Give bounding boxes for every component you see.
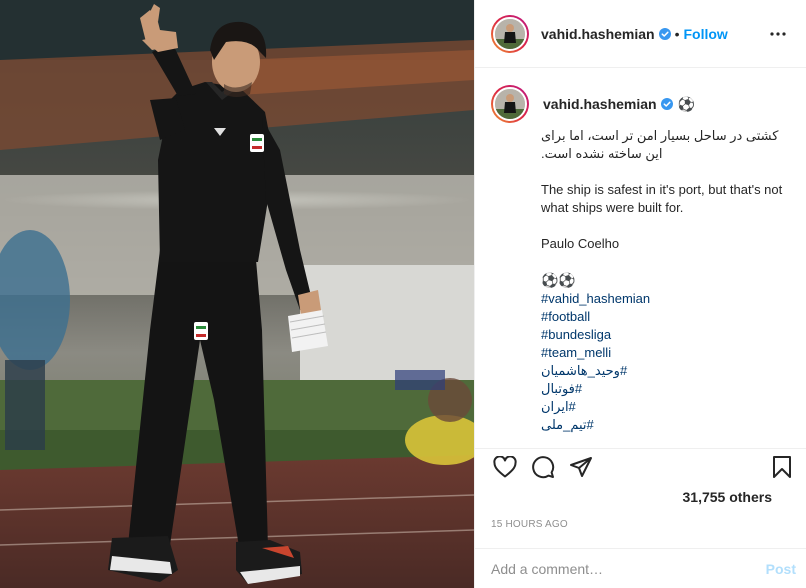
hashtag-list: #vahid_hashemian #football #bundesliga #… — [541, 290, 790, 434]
avatar[interactable] — [491, 14, 529, 53]
caption-avatar[interactable] — [491, 85, 529, 123]
caption-username[interactable]: vahid.hashemian — [543, 96, 657, 112]
hashtag-link[interactable]: #vahid_hashemian — [541, 290, 790, 308]
caption-author: Paulo Coelho — [541, 236, 620, 251]
hashtag-link[interactable]: #وحید_هاشمیان — [541, 362, 790, 380]
hashtag-link[interactable]: #فوتبال — [541, 380, 790, 398]
post-header: vahid.hashemian • Follow — [475, 0, 806, 68]
follow-button[interactable]: Follow — [684, 26, 728, 42]
soccer-balls-emoji: ⚽⚽ — [541, 272, 576, 288]
hashtag-link[interactable]: #bundesliga — [541, 326, 790, 344]
post-sidebar: vahid.hashemian • Follow vahid.hashemian… — [474, 0, 806, 588]
likes-count[interactable]: 31,755 others — [683, 489, 773, 505]
comments-area[interactable]: vahid.hashemian ⚽ کشتی در ساحل بسیار امن… — [475, 69, 806, 438]
bookmark-icon[interactable] — [764, 449, 800, 485]
header-separator: • — [674, 25, 680, 42]
comment-input[interactable] — [491, 560, 766, 577]
post-comment-button[interactable]: Post — [766, 561, 796, 577]
action-bar — [475, 448, 806, 484]
soccer-ball-emoji: ⚽ — [677, 95, 696, 112]
caption-avatar-image — [493, 87, 527, 121]
avatar-image — [493, 16, 527, 51]
hashtag-link[interactable]: #تیم_ملی — [541, 416, 790, 434]
comment-icon[interactable] — [525, 449, 561, 485]
hashtag-link[interactable]: #team_melli — [541, 344, 790, 362]
more-horizontal-icon[interactable] — [766, 22, 790, 46]
caption-header: vahid.hashemian ⚽ — [491, 85, 790, 123]
share-icon[interactable] — [563, 449, 599, 485]
caption-verified-badge-icon — [660, 98, 673, 110]
post-photo[interactable] — [0, 0, 474, 588]
add-comment-bar: Post — [475, 548, 806, 588]
caption-text: کشتی در ساحل بسیار امن تر است، اما برای … — [541, 127, 790, 434]
heart-icon[interactable] — [487, 449, 523, 485]
caption-persian-line: کشتی در ساحل بسیار امن تر است، اما برای … — [541, 128, 779, 161]
hashtag-link[interactable]: #football — [541, 308, 790, 326]
instagram-post: vahid.hashemian • Follow vahid.hashemian… — [0, 0, 806, 588]
hashtag-link[interactable]: #ایران — [541, 398, 790, 416]
header-username[interactable]: vahid.hashemian — [541, 26, 655, 42]
verified-badge-icon — [658, 27, 671, 40]
caption-english-line: The ship is safest in it's port, but tha… — [541, 182, 783, 215]
coach-pointing-photo — [0, 0, 474, 588]
post-timestamp[interactable]: 15 HOURS AGO — [491, 519, 568, 530]
